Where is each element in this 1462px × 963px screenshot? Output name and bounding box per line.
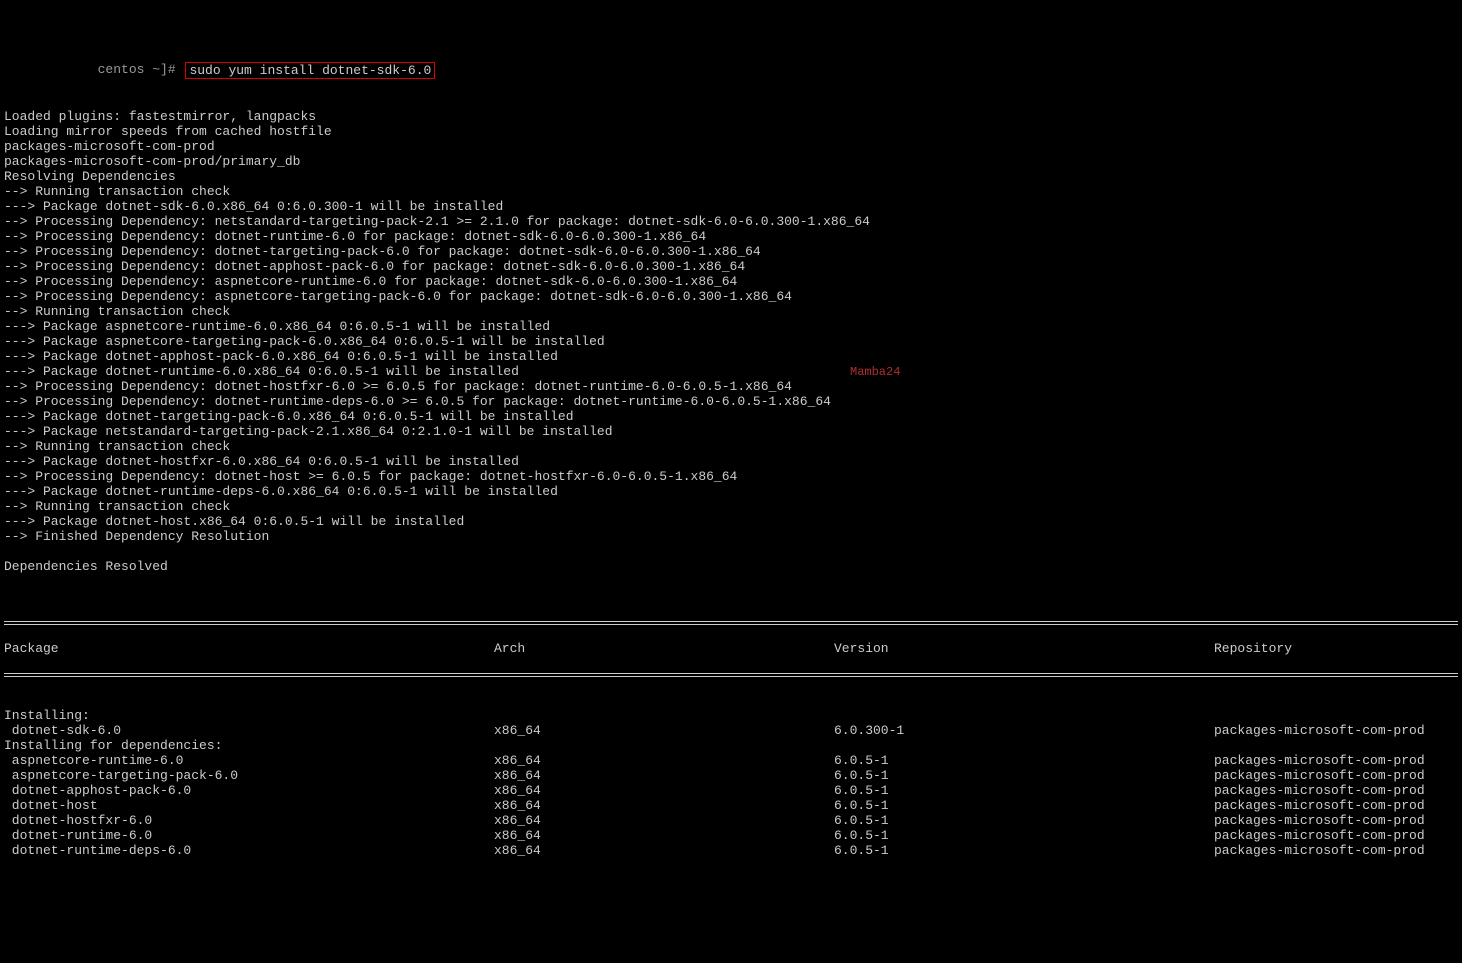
terminal-line: ---> Package dotnet-runtime-6.0.x86_64 0… [4, 364, 1458, 379]
col-package: Package [4, 641, 494, 656]
table-cell-pkg: dotnet-sdk-6.0 [4, 723, 494, 738]
terminal-line: --> Processing Dependency: dotnet-hostfx… [4, 379, 1458, 394]
table-row: dotnet-runtime-deps-6.0x86_646.0.5-1pack… [4, 843, 1458, 858]
terminal-line: --> Running transaction check [4, 499, 1458, 514]
shell-command-highlighted: sudo yum install dotnet-sdk-6.0 [185, 62, 435, 79]
table-row: aspnetcore-runtime-6.0x86_646.0.5-1packa… [4, 753, 1458, 768]
terminal-line: Resolving Dependencies [4, 169, 1458, 184]
table-cell-repo: packages-microsoft-com-prod [1214, 768, 1458, 783]
terminal-line: --> Running transaction check [4, 184, 1458, 199]
table-cell-ver: 6.0.5-1 [834, 783, 1214, 798]
terminal-line: ---> Package dotnet-sdk-6.0.x86_64 0:6.0… [4, 199, 1458, 214]
terminal-line: --> Processing Dependency: dotnet-runtim… [4, 394, 1458, 409]
table-section-title: Installing: [4, 708, 1458, 723]
terminal-line: ---> Package netstandard-targeting-pack-… [4, 424, 1458, 439]
terminal-line: Loading mirror speeds from cached hostfi… [4, 124, 1458, 139]
table-cell-arch: x86_64 [494, 843, 834, 858]
table-cell-pkg: aspnetcore-targeting-pack-6.0 [4, 768, 494, 783]
table-cell-pkg: dotnet-host [4, 798, 494, 813]
col-repo: Repository [1214, 641, 1458, 656]
terminal-line: ---> Package dotnet-apphost-pack-6.0.x86… [4, 349, 1458, 364]
terminal-line: Loaded plugins: fastestmirror, langpacks [4, 109, 1458, 124]
col-version: Version [834, 641, 1214, 656]
col-arch: Arch [494, 641, 834, 656]
table-cell-ver: 6.0.5-1 [834, 798, 1214, 813]
terminal-line: ---> Package dotnet-targeting-pack-6.0.x… [4, 409, 1458, 424]
table-row: dotnet-hostfxr-6.0x86_646.0.5-1packages-… [4, 813, 1458, 828]
table-cell-repo: packages-microsoft-com-prod [1214, 753, 1458, 768]
shell-prompt-line[interactable]: centos ~]# sudo yum install dotnet-sdk-6… [4, 62, 1458, 79]
table-cell-arch: x86_64 [494, 723, 834, 738]
table-header-row: Package Arch Version Repository [4, 641, 1458, 656]
terminal-line: --> Processing Dependency: netstandard-t… [4, 214, 1458, 229]
table-body: Installing: dotnet-sdk-6.0x86_646.0.300-… [4, 708, 1458, 858]
table-cell-pkg: dotnet-hostfxr-6.0 [4, 813, 494, 828]
terminal-line: ---> Package dotnet-runtime-deps-6.0.x86… [4, 484, 1458, 499]
table-row: dotnet-runtime-6.0x86_646.0.5-1packages-… [4, 828, 1458, 843]
table-cell-pkg: dotnet-runtime-6.0 [4, 828, 494, 843]
terminal-line: --> Finished Dependency Resolution [4, 529, 1458, 544]
table-cell-arch: x86_64 [494, 768, 834, 783]
table-cell-repo: packages-microsoft-com-prod [1214, 813, 1458, 828]
terminal-line: ---> Package aspnetcore-runtime-6.0.x86_… [4, 319, 1458, 334]
table-cell-repo: packages-microsoft-com-prod [1214, 798, 1458, 813]
table-cell-arch: x86_64 [494, 783, 834, 798]
table-row: dotnet-apphost-pack-6.0x86_646.0.5-1pack… [4, 783, 1458, 798]
table-top-rule [4, 621, 1458, 625]
table-cell-ver: 6.0.5-1 [834, 768, 1214, 783]
table-cell-ver: 6.0.300-1 [834, 723, 1214, 738]
terminal-line: --> Running transaction check [4, 439, 1458, 454]
terminal-line: --> Processing Dependency: aspnetcore-ru… [4, 274, 1458, 289]
terminal-line: --> Processing Dependency: dotnet-apphos… [4, 259, 1458, 274]
table-cell-repo: packages-microsoft-com-prod [1214, 843, 1458, 858]
table-row: aspnetcore-targeting-pack-6.0x86_646.0.5… [4, 768, 1458, 783]
table-cell-repo: packages-microsoft-com-prod [1214, 783, 1458, 798]
terminal-line: --> Processing Dependency: dotnet-runtim… [4, 229, 1458, 244]
terminal-line [4, 544, 1458, 559]
terminal-output: Loaded plugins: fastestmirror, langpacks… [4, 109, 1458, 589]
terminal-line: ---> Package dotnet-hostfxr-6.0.x86_64 0… [4, 454, 1458, 469]
terminal-line: Dependencies Resolved [4, 559, 1458, 574]
table-cell-arch: x86_64 [494, 753, 834, 768]
table-cell-ver: 6.0.5-1 [834, 828, 1214, 843]
table-cell-arch: x86_64 [494, 813, 834, 828]
terminal-line: --> Processing Dependency: dotnet-host >… [4, 469, 1458, 484]
table-cell-repo: packages-microsoft-com-prod [1214, 828, 1458, 843]
table-cell-pkg: dotnet-apphost-pack-6.0 [4, 783, 494, 798]
table-cell-repo: packages-microsoft-com-prod [1214, 723, 1458, 738]
terminal-line [4, 574, 1458, 589]
terminal-line: ---> Package dotnet-host.x86_64 0:6.0.5-… [4, 514, 1458, 529]
terminal-line: packages-microsoft-com-prod/primary_db [4, 154, 1458, 169]
terminal-line: ---> Package aspnetcore-targeting-pack-6… [4, 334, 1458, 349]
terminal-line: packages-microsoft-com-prod [4, 139, 1458, 154]
terminal-line: --> Running transaction check [4, 304, 1458, 319]
terminal-line: --> Processing Dependency: aspnetcore-ta… [4, 289, 1458, 304]
watermark-text: Mamba24 [850, 365, 900, 380]
terminal-line: --> Processing Dependency: dotnet-target… [4, 244, 1458, 259]
shell-prompt-host: centos ~]# [4, 62, 183, 79]
table-row: dotnet-sdk-6.0x86_646.0.300-1packages-mi… [4, 723, 1458, 738]
table-cell-pkg: aspnetcore-runtime-6.0 [4, 753, 494, 768]
table-cell-arch: x86_64 [494, 828, 834, 843]
table-section-title: Installing for dependencies: [4, 738, 1458, 753]
table-cell-ver: 6.0.5-1 [834, 843, 1214, 858]
table-cell-ver: 6.0.5-1 [834, 753, 1214, 768]
table-row: dotnet-hostx86_646.0.5-1packages-microso… [4, 798, 1458, 813]
table-cell-arch: x86_64 [494, 798, 834, 813]
table-cell-pkg: dotnet-runtime-deps-6.0 [4, 843, 494, 858]
table-header-rule [4, 673, 1458, 677]
table-cell-ver: 6.0.5-1 [834, 813, 1214, 828]
